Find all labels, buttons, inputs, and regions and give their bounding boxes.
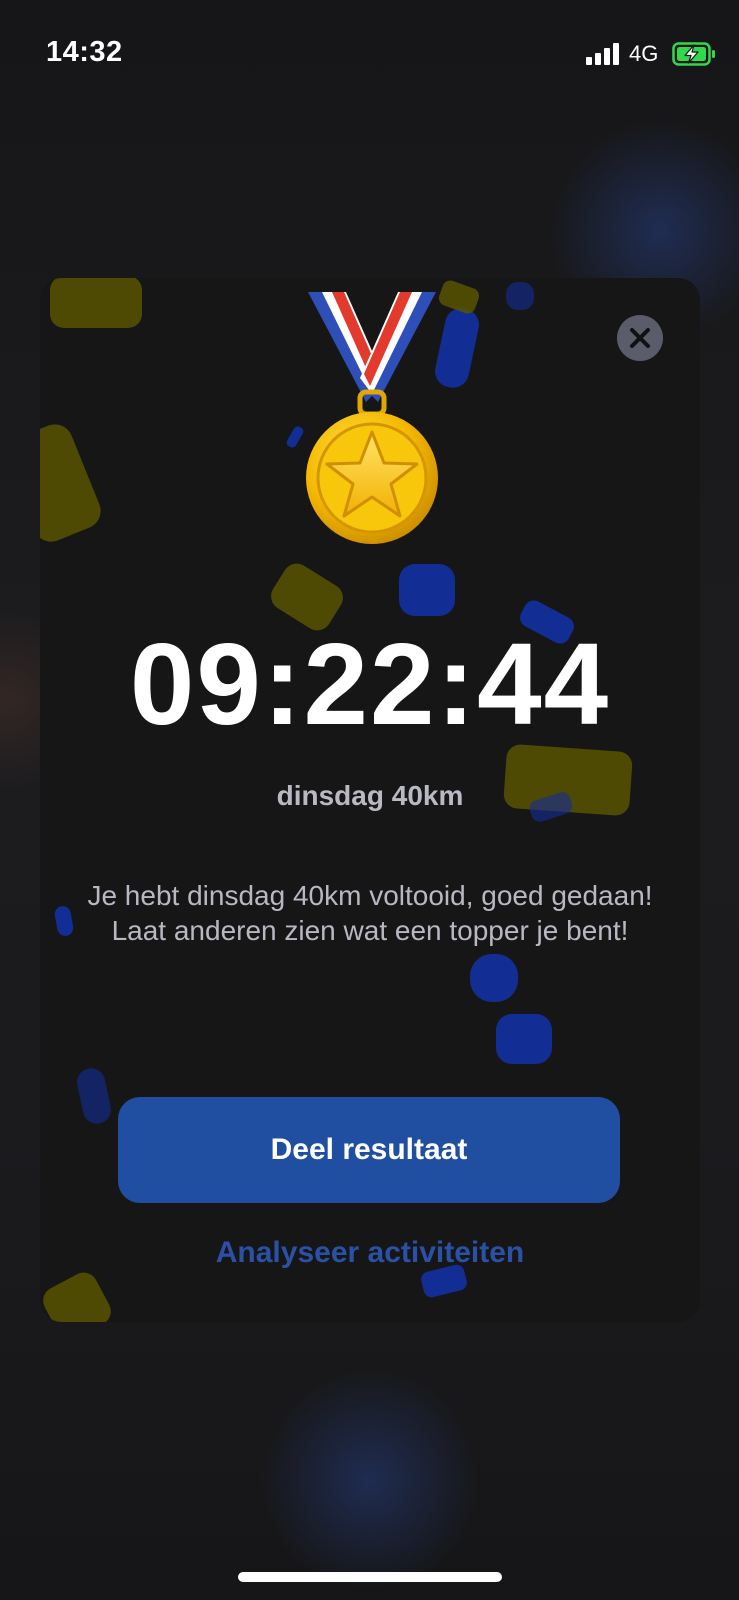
congratulation-message: Je hebt dinsdag 40km voltooid, goed geda…	[87, 880, 653, 946]
network-type: 4G	[629, 41, 659, 66]
confetti-piece	[399, 564, 455, 616]
confetti-piece	[40, 418, 107, 548]
activity-name: dinsdag 40km	[276, 780, 464, 811]
home-indicator[interactable]	[238, 1572, 502, 1582]
close-button[interactable]	[617, 315, 663, 361]
signal-strength-icon	[586, 43, 622, 65]
activity-timer: 09:22:44	[129, 619, 611, 749]
achievement-modal: 09:22:44 dinsdag 40km Je hebt dinsdag 40…	[40, 278, 700, 1322]
status-time: 14:32	[46, 36, 123, 68]
confetti-piece	[40, 1267, 116, 1322]
confetti-piece	[53, 904, 75, 938]
confetti-piece	[496, 1014, 552, 1064]
status-bar: 14:32 4G	[0, 0, 739, 100]
analyze-activities-link[interactable]: Analyseer activiteiten	[40, 1236, 700, 1270]
confetti-piece	[50, 278, 142, 328]
battery-charging-icon	[672, 42, 715, 66]
close-icon	[630, 328, 650, 348]
medal-icon	[306, 292, 438, 544]
confetti-piece	[436, 278, 482, 316]
confetti-piece	[74, 1065, 114, 1127]
confetti-piece	[506, 282, 534, 310]
share-result-button[interactable]: Deel resultaat	[118, 1097, 620, 1203]
confetti-piece	[470, 954, 518, 1002]
